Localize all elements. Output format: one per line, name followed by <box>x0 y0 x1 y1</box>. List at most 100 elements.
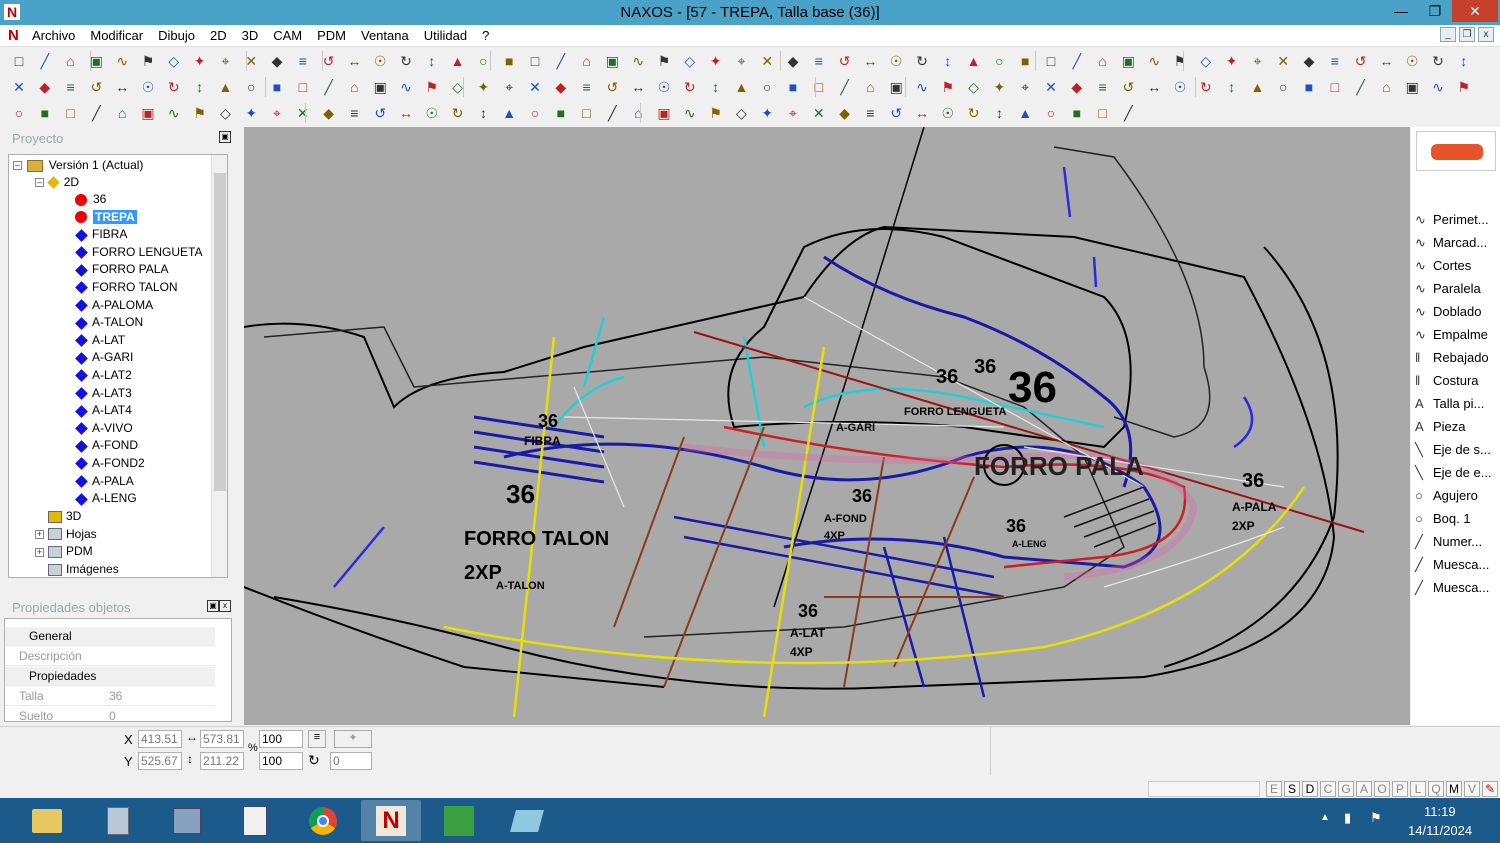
file-explorer-icon[interactable] <box>17 800 77 841</box>
tree-node[interactable]: Imágenes <box>35 561 119 577</box>
tree-piece-item[interactable]: A-FOND2 <box>75 455 145 472</box>
property-value[interactable]: 0 <box>109 707 116 721</box>
toolbar-tool-icon[interactable]: ∿ <box>629 52 647 70</box>
toolbar-tool-icon[interactable]: ╱ <box>36 52 54 70</box>
toolbar-tool-icon[interactable]: ╱ <box>836 78 854 96</box>
cad-app-icon[interactable] <box>429 800 489 841</box>
toolbar-tool-icon[interactable]: ⌖ <box>1248 52 1266 70</box>
scale-y-field[interactable]: 100 <box>259 752 303 770</box>
flag-icon[interactable]: ⚑ <box>1370 810 1382 826</box>
toolbar-tool-icon[interactable]: ↕ <box>191 78 209 96</box>
tool-item[interactable]: ○ Agujero <box>1415 485 1478 507</box>
toolbar-tool-icon[interactable]: ▣ <box>655 104 673 122</box>
toolbar-tool-icon[interactable]: ╱ <box>552 52 570 70</box>
toolbar-tool-icon[interactable]: ↔ <box>345 52 363 70</box>
drawing-canvas[interactable]: 36 FORRO PALA FORRO TALON 2XP FORRO LENG… <box>244 127 1410 725</box>
toolbar-tool-icon[interactable]: ◆ <box>1068 78 1086 96</box>
tool-item[interactable]: ╱ Muesca... <box>1415 577 1489 599</box>
toolbar-tool-icon[interactable]: ☉ <box>655 78 673 96</box>
toolbar-tool-icon[interactable]: ↔ <box>861 52 879 70</box>
toolbar-tool-icon[interactable]: ≡ <box>62 78 80 96</box>
menu-item[interactable]: 2D <box>210 28 227 43</box>
toolbar-tool-icon[interactable]: ✦ <box>707 52 725 70</box>
toolbar-tool-icon[interactable]: ◇ <box>681 52 699 70</box>
toolbar-tool-icon[interactable]: ▣ <box>887 78 905 96</box>
status-key[interactable]: Q <box>1428 781 1444 797</box>
toolbar-tool-icon[interactable]: ⚑ <box>1171 52 1189 70</box>
collapse-icon[interactable]: – <box>35 178 44 188</box>
status-key[interactable]: C <box>1320 781 1336 797</box>
toolbar-tool-icon[interactable]: ○ <box>10 104 28 122</box>
toolbar-tool-icon[interactable]: ☉ <box>887 52 905 70</box>
tree-piece-item[interactable]: A-FOND <box>75 437 138 454</box>
tool-item[interactable]: A Talla pi... <box>1415 393 1484 415</box>
clock-time[interactable]: 11:19 <box>1424 804 1456 819</box>
status-key[interactable]: O <box>1374 781 1390 797</box>
tree-piece-item[interactable]: A-TALON <box>75 314 143 331</box>
toolbar-tool-icon[interactable]: ⌖ <box>1016 78 1034 96</box>
toolbar-tool-icon[interactable]: ↻ <box>1197 78 1215 96</box>
menu-item[interactable]: 3D <box>242 28 259 43</box>
toolbar-tool-icon[interactable]: ■ <box>784 78 802 96</box>
tool-item[interactable]: ∿ Empalme <box>1415 324 1488 346</box>
toolbar-tool-icon[interactable]: ↺ <box>371 104 389 122</box>
menu-item[interactable]: Modificar <box>90 28 143 43</box>
toolbar-tool-icon[interactable]: □ <box>62 104 80 122</box>
naxos-taskbar-icon[interactable]: N <box>361 800 421 841</box>
document-viewer-icon[interactable] <box>225 800 285 841</box>
menu-item[interactable]: Dibujo <box>158 28 195 43</box>
tree-piece-item[interactable]: A-GARI <box>75 349 133 366</box>
status-key[interactable]: D <box>1302 781 1318 797</box>
toolbar-tool-icon[interactable]: ◆ <box>36 78 54 96</box>
expand-icon[interactable]: + <box>35 547 44 557</box>
tree-piece-item[interactable]: TREPA <box>75 209 137 226</box>
toolbar-tool-icon[interactable]: ∿ <box>913 78 931 96</box>
toolbar-tool-icon[interactable]: ◆ <box>836 104 854 122</box>
scroll-thumb[interactable] <box>214 173 226 491</box>
toolbar-tool-icon[interactable]: ⌂ <box>629 104 647 122</box>
property-row[interactable]: Talla 36 <box>5 687 215 706</box>
property-group[interactable]: Propiedades <box>5 667 215 686</box>
toolbar-tool-icon[interactable]: ✕ <box>1042 78 1060 96</box>
tree-piece-item[interactable]: A-LAT3 <box>75 385 132 402</box>
toolbar-tool-icon[interactable]: □ <box>10 52 28 70</box>
status-key[interactable]: L <box>1410 781 1426 797</box>
toolbar-tool-icon[interactable]: ▲ <box>449 52 467 70</box>
pattern-drawing[interactable]: 36 FORRO PALA FORRO TALON 2XP FORRO LENG… <box>244 127 1410 725</box>
toolbar-tool-icon[interactable]: ☉ <box>939 104 957 122</box>
toolbar-tool-icon[interactable]: ⚑ <box>1455 78 1473 96</box>
toolbar-tool-icon[interactable]: ◇ <box>216 104 234 122</box>
toolbar-tool-icon[interactable]: ↺ <box>836 52 854 70</box>
toolbar-tool-icon[interactable]: ↕ <box>990 104 1008 122</box>
toolbar-tool-icon[interactable]: ✦ <box>242 104 260 122</box>
tool-item[interactable]: ○ Boq. 1 <box>1415 508 1471 530</box>
document-icon[interactable]: N <box>8 27 19 44</box>
menu-item[interactable]: PDM <box>317 28 346 43</box>
toolbar-tool-icon[interactable]: ↻ <box>1429 52 1447 70</box>
status-key[interactable]: G <box>1338 781 1354 797</box>
toolbar-tool-icon[interactable]: ↕ <box>474 104 492 122</box>
network-drive-icon[interactable] <box>157 800 217 841</box>
toolbar-tool-icon[interactable]: ○ <box>1042 104 1060 122</box>
property-group[interactable]: General <box>5 627 215 646</box>
toolbar-tool-icon[interactable]: ⚑ <box>939 78 957 96</box>
toolbar-tool-icon[interactable]: ▲ <box>965 52 983 70</box>
toolbar-tool-icon[interactable]: ⌖ <box>784 104 802 122</box>
toolbar-tool-icon[interactable]: ↻ <box>449 104 467 122</box>
toolbar-tool-icon[interactable]: ⚑ <box>423 78 441 96</box>
toolbar-tool-icon[interactable]: ☉ <box>371 52 389 70</box>
toolbar-tool-icon[interactable]: ╱ <box>320 78 338 96</box>
toolbar-tool-icon[interactable]: ⌖ <box>500 78 518 96</box>
toolbar-tool-icon[interactable]: ↔ <box>397 104 415 122</box>
scale-x-field[interactable]: 100 <box>259 730 303 748</box>
toolbar-tool-icon[interactable]: ↕ <box>423 52 441 70</box>
toolbar-tool-icon[interactable]: ✦ <box>758 104 776 122</box>
toolbar-tool-icon[interactable]: ↕ <box>939 52 957 70</box>
toolbar-tool-icon[interactable]: ≡ <box>861 104 879 122</box>
y-field[interactable]: 525.67 <box>138 752 182 770</box>
toolbar-tool-icon[interactable]: □ <box>294 78 312 96</box>
status-key[interactable]: M <box>1446 781 1462 797</box>
status-edit-icon[interactable]: ✎ <box>1482 781 1498 797</box>
status-key[interactable]: P <box>1392 781 1408 797</box>
toolbar-tool-icon[interactable]: ■ <box>1068 104 1086 122</box>
